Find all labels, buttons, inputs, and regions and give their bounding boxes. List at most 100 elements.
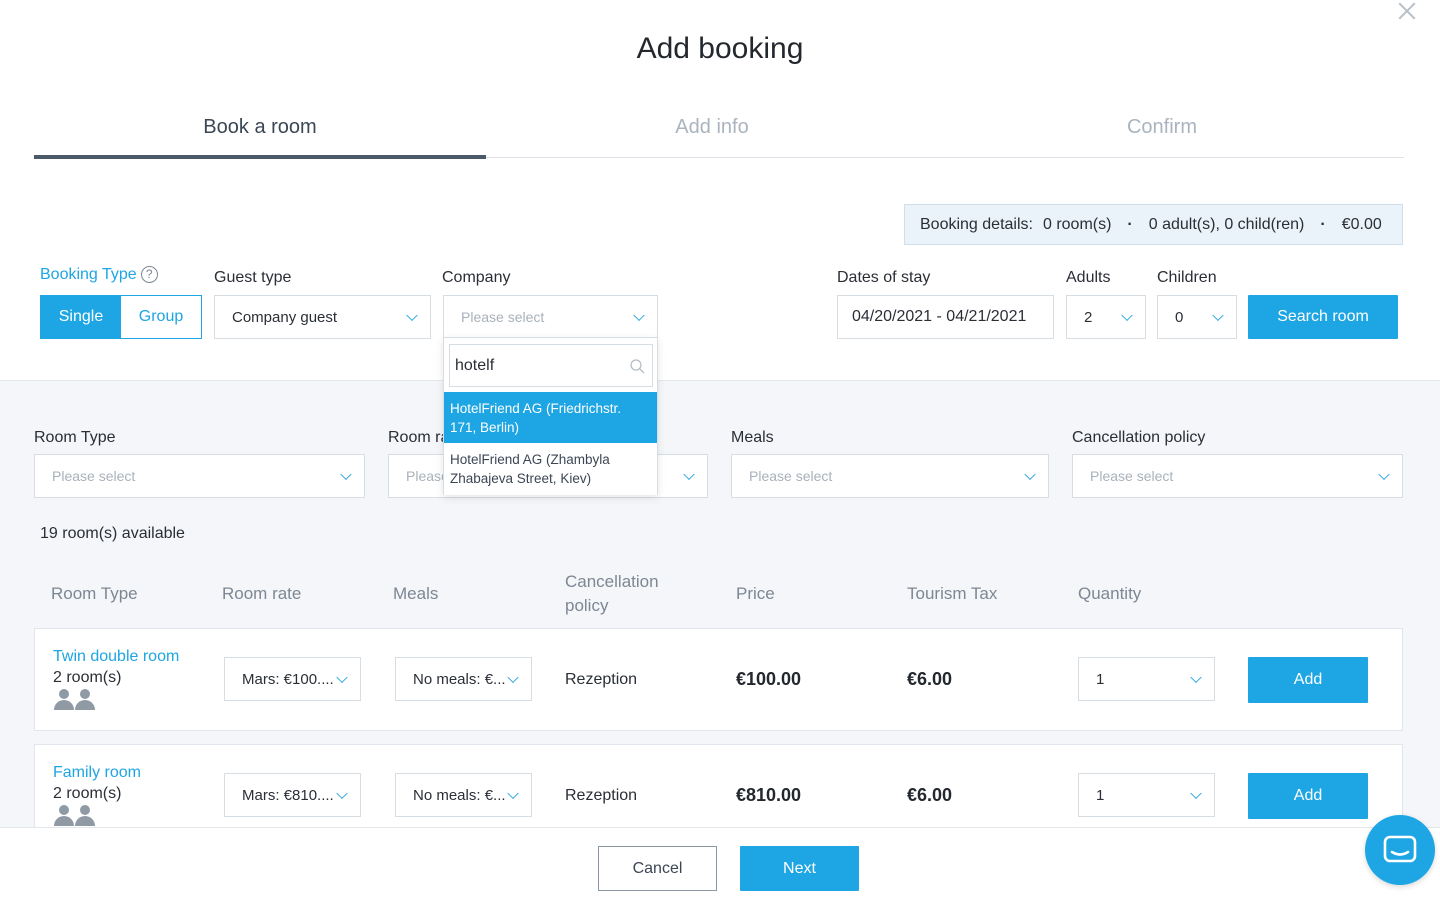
room-rate-value: Mars: €810.... [242,786,334,804]
search-icon [630,359,645,374]
add-booking-modal: Add booking Book a room Add info Confirm… [0,0,1440,899]
company-option-line1: HotelFriend AG (Friedrichstr. [450,401,622,416]
room-count: 2 room(s) [53,785,122,802]
chevron-down-icon [1212,309,1224,322]
help-icon[interactable]: ? [140,266,158,283]
company-option[interactable]: HotelFriend AG (Zhambyla Zhabajeva Stree… [444,443,657,495]
chevron-down-icon [507,787,519,800]
next-button[interactable]: Next [740,846,859,891]
adults-select[interactable]: 2 [1066,295,1146,339]
room-type-link[interactable]: Family room [53,764,141,782]
chevron-down-icon [336,671,348,684]
chevron-down-icon [633,309,645,322]
header-room-rate: Room rate [222,584,302,603]
filter-room-type-label: Room Type [34,429,116,446]
filter-room-rate-label: Room ra [388,429,450,446]
price-value: €810.00 [736,785,802,805]
room-rate-select[interactable]: Mars: €100.... [224,657,361,701]
meals-value: No meals: €... [413,786,506,804]
header-cancellation-line2: policy [565,596,609,615]
quantity-value: 1 [1096,786,1105,804]
booking-details-rooms: 0 room(s) [1042,215,1112,233]
booking-type-toggle: Single Group [40,295,202,339]
booking-type-label-text: Booking Type [40,266,137,283]
tab-confirm[interactable]: Confirm [936,116,1388,139]
quantity-select[interactable]: 1 [1078,657,1215,701]
filter-room-type-placeholder: Please select [52,468,136,484]
header-tourism-tax: Tourism Tax [907,584,998,603]
meals-select[interactable]: No meals: €... [395,657,532,701]
booking-type-label: Booking Type? [40,266,158,284]
guest-type-select[interactable]: Company guest [214,295,431,339]
guest-type-value: Company guest [232,308,338,326]
header-price: Price [736,584,775,603]
tab-book-a-room[interactable]: Book a room [34,116,486,139]
tourism-tax-value: €6.00 [907,785,953,805]
cancellation-policy-value: Rezeption [565,671,638,688]
chevron-down-icon [406,309,418,322]
guests-icon [53,805,97,827]
room-rate-value: Mars: €100.... [242,670,334,688]
tab-add-info[interactable]: Add info [486,116,938,139]
dates-of-stay-input[interactable]: 04/20/2021 - 04/21/2021 [837,295,1054,339]
booking-details-summary: Booking details: 0 room(s) · 0 adult(s),… [904,204,1403,245]
cancellation-policy-value: Rezeption [565,787,638,804]
company-dropdown: hotelf HotelFriend AG (Friedrichstr. 171… [443,337,658,495]
meals-select[interactable]: No meals: €... [395,773,532,817]
separator-dot: · [1127,215,1133,233]
children-value: 0 [1175,308,1184,326]
children-select[interactable]: 0 [1157,295,1237,339]
booking-details-label: Booking details: [920,215,1033,233]
filter-meals-select[interactable]: Please select [731,454,1049,498]
rooms-available-count: 19 room(s) available [40,525,185,542]
filter-room-type-select[interactable]: Please select [34,454,365,498]
room-rate-select[interactable]: Mars: €810.... [224,773,361,817]
quantity-value: 1 [1096,670,1105,688]
price-value: €100.00 [736,669,802,689]
header-cancellation-policy: Cancellation policy [565,570,659,618]
filter-cancellation-select[interactable]: Please select [1072,454,1403,498]
chevron-down-icon [1190,671,1202,684]
results-section: Room Type Room ra Meals Cancellation pol… [0,380,1440,844]
booking-details-total: €0.00 [1341,215,1382,233]
booking-type-group-button[interactable]: Group [121,296,201,338]
search-room-button[interactable]: Search room [1248,295,1398,339]
filter-meals-placeholder: Please select [749,468,833,484]
modal-footer: Cancel Next [0,827,1440,899]
room-count: 2 room(s) [53,669,122,686]
chevron-down-icon [683,468,695,481]
filter-cancellation-placeholder: Please select [1090,468,1174,484]
company-search-value: hotelf [455,356,495,374]
chevron-down-icon [507,671,519,684]
active-step-indicator [34,155,486,159]
header-cancellation-line1: Cancellation [565,572,659,591]
page-title: Add booking [636,32,804,65]
chevron-down-icon [1378,468,1390,481]
children-label: Children [1157,269,1217,286]
add-room-button[interactable]: Add [1248,657,1368,703]
header-meals: Meals [393,584,439,603]
company-option[interactable]: HotelFriend AG (Friedrichstr. 171, Berli… [444,392,657,443]
filter-meals-label: Meals [731,429,774,446]
booking-details-guests: 0 adult(s), 0 child(ren) [1148,215,1305,233]
company-option-line1: HotelFriend AG (Zhambyla [450,452,610,467]
company-label: Company [442,269,511,286]
chevron-down-icon [336,787,348,800]
company-search-input[interactable]: hotelf [449,344,653,387]
booking-type-single-button[interactable]: Single [41,296,121,338]
add-room-button[interactable]: Add [1248,773,1368,819]
tourism-tax-value: €6.00 [907,669,953,689]
company-select[interactable]: Please select [443,295,658,339]
chat-icon [1383,835,1417,863]
quantity-select[interactable]: 1 [1078,773,1215,817]
dates-of-stay-label: Dates of stay [837,269,931,286]
cancel-button[interactable]: Cancel [598,846,717,891]
company-option-line2: Zhabajeva Street, Kiev) [450,471,592,486]
header-quantity: Quantity [1078,584,1142,603]
chat-widget-button[interactable] [1365,815,1435,885]
close-icon[interactable] [1396,0,1418,22]
chevron-down-icon [1024,468,1036,481]
header-room-type: Room Type [51,584,138,603]
guest-type-label: Guest type [214,269,292,286]
room-type-link[interactable]: Twin double room [53,648,179,666]
